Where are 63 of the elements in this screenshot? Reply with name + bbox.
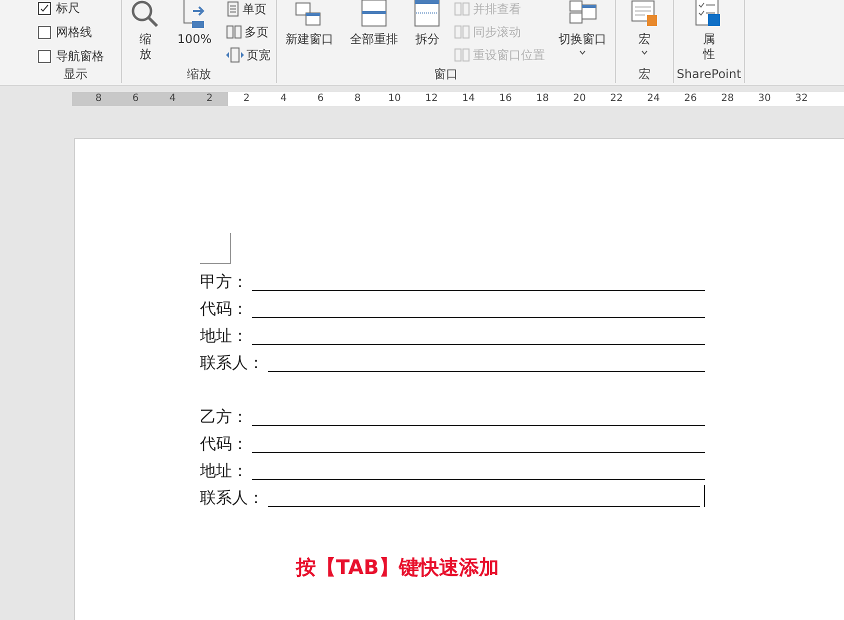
magnifier-icon [130,0,160,29]
windows-icon [454,1,470,17]
page-icon [226,1,240,17]
field-label: 甲方： [200,272,248,293]
group-label: 宏 [638,66,652,83]
checkbox-option[interactable]: 导航窗格 [38,47,104,65]
ribbon-dropdown-button[interactable]: 宏 [626,0,662,55]
field-label: 联系人： [200,353,264,374]
field-label: 代码： [200,299,248,320]
checkbox[interactable] [38,50,51,62]
caret-icon [579,50,586,55]
ruler-number: 4 [168,92,177,106]
ribbon-small-button[interactable]: 单页 [226,0,271,19]
page-width-icon [226,47,244,63]
checkbox-option[interactable]: 标尺 [38,0,80,17]
ruler-number: 28 [720,92,735,106]
checkbox[interactable] [38,26,51,38]
caption-text: 按【TAB】键快速添加 [296,554,500,581]
ruler-number: 14 [461,92,476,106]
ruler-number: 30 [757,92,772,106]
group-label: SharePoint [676,66,742,83]
ribbon-button[interactable]: 缩放 [127,0,164,62]
group-label: 缩放 [186,66,212,83]
windows-icon [454,47,470,63]
ruler-number: 2 [242,92,251,106]
ruler-number: 6 [131,92,140,106]
field-label: 地址： [200,326,248,347]
ribbon-small-button[interactable]: 多页 [226,22,271,42]
ruler-number: 24 [646,92,661,106]
ribbon-button[interactable]: 新建窗口 [282,0,336,47]
windows-icon [454,24,470,40]
ruler-number: 32 [794,92,809,106]
ribbon-button[interactable]: 100% [174,0,215,47]
checkbox-option[interactable]: 网格线 [38,23,92,41]
text-cursor [704,485,705,507]
caret-icon [641,50,648,55]
checkbox[interactable] [38,2,51,14]
field-label: 乙方： [200,407,248,428]
ruler-number: 8 [353,92,362,106]
ribbon-small-button[interactable]: 页宽 [226,45,271,65]
ruler-number: 2 [205,92,214,106]
ruler-number: 18 [535,92,550,106]
ruler-number: 10 [387,92,402,106]
pages-icon [226,24,242,40]
field-label: 地址： [200,461,248,482]
field-label: 联系人： [200,488,264,509]
ruler-number: 20 [572,92,587,106]
ruler-number: 6 [316,92,325,106]
ribbon-dropdown-button[interactable]: 切换窗口 [556,0,610,55]
margin-corner-mark [200,233,231,264]
ruler-number: 12 [424,92,439,106]
ruler-number: 16 [498,92,513,106]
ruler-number: 8 [94,92,103,106]
field-label: 代码： [200,434,248,455]
ruler-number: 4 [279,92,288,106]
ruler-number: 22 [609,92,624,106]
group-label: 窗口 [433,66,459,83]
group-label: 显示 [62,66,88,83]
ribbon-button[interactable]: 属性 [691,0,727,62]
ruler-number: 26 [683,92,698,106]
ribbon-button[interactable]: 全部重排 [346,0,401,47]
checkmark-icon [40,4,49,12]
ribbon-button[interactable]: 拆分 [411,0,444,47]
